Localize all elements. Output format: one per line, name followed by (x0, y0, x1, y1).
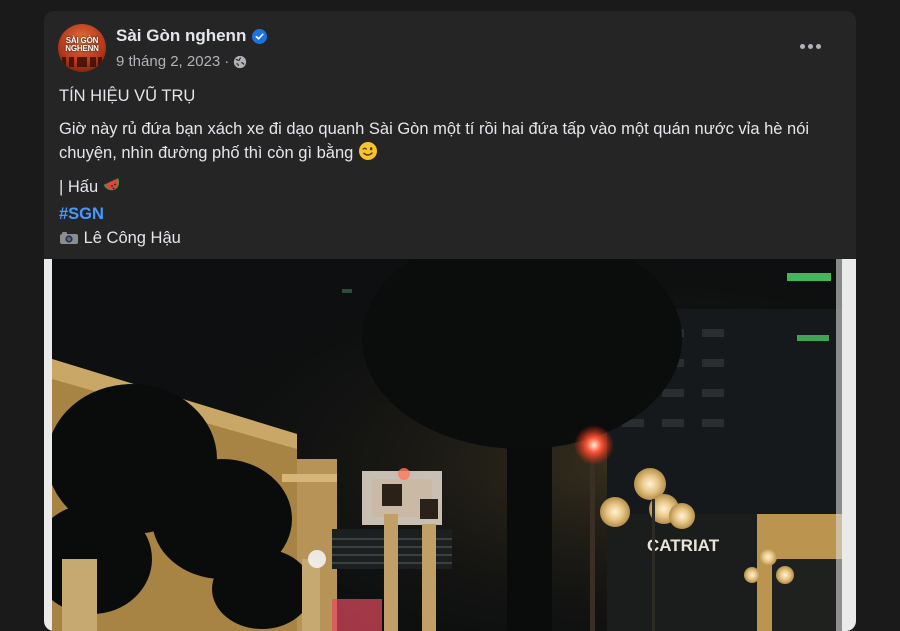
post-date-link[interactable]: 9 tháng 2, 2023 (116, 53, 220, 70)
facebook-post-card: SÀI GÒN NGHENN Sài Gòn nghenn 9 tháng 2,… (44, 11, 856, 631)
patriat-sign: CATRIAT (647, 536, 720, 555)
more-dot (807, 43, 813, 49)
avatar-skyline (62, 57, 102, 67)
post-text: TÍN HIỆU VŨ TRỤ Giờ này rủ đứa bạn xách … (59, 84, 839, 253)
verified-badge-icon (252, 28, 268, 44)
photo-credit-text: Lê Công Hậu (83, 229, 181, 247)
more-options-icon[interactable] (792, 32, 828, 60)
more-dot (799, 43, 805, 49)
avatar-logo-text: SÀI GÒN NGHENN (65, 36, 99, 53)
post-meta: 9 tháng 2, 2023 · (116, 53, 247, 70)
camera-emoji-icon (59, 229, 79, 253)
globe-icon[interactable] (233, 55, 247, 69)
hashtag-link[interactable]: #SGN (59, 205, 104, 223)
post-body-text: Giờ này rủ đứa bạn xách xe đi dạo quanh … (59, 120, 810, 162)
post-title: TÍN HIỆU VŨ TRỤ (59, 87, 196, 105)
post-body: Giờ này rủ đứa bạn xách xe đi dạo quanh … (59, 117, 839, 168)
winking-face-emoji-icon (358, 141, 378, 168)
name-row: Sài Gòn nghenn (116, 26, 268, 46)
post-header: SÀI GÒN NGHENN Sài Gòn nghenn 9 tháng 2,… (58, 24, 842, 74)
photo-credit-line: Lê Công Hậu (59, 226, 839, 253)
page-avatar[interactable]: SÀI GÒN NGHENN (58, 24, 106, 72)
page-name-link[interactable]: Sài Gòn nghenn (116, 26, 246, 46)
night-street-photo: CATRIAT (52, 259, 842, 631)
meta-separator: · (224, 53, 230, 70)
hashtag-line: #SGN (59, 202, 839, 226)
more-dot (815, 43, 821, 49)
watermelon-emoji-icon (103, 177, 123, 202)
post-photo[interactable]: CATRIAT (44, 259, 856, 631)
author-text: | Hấu (59, 178, 99, 196)
author-line: | Hấu (59, 175, 839, 202)
